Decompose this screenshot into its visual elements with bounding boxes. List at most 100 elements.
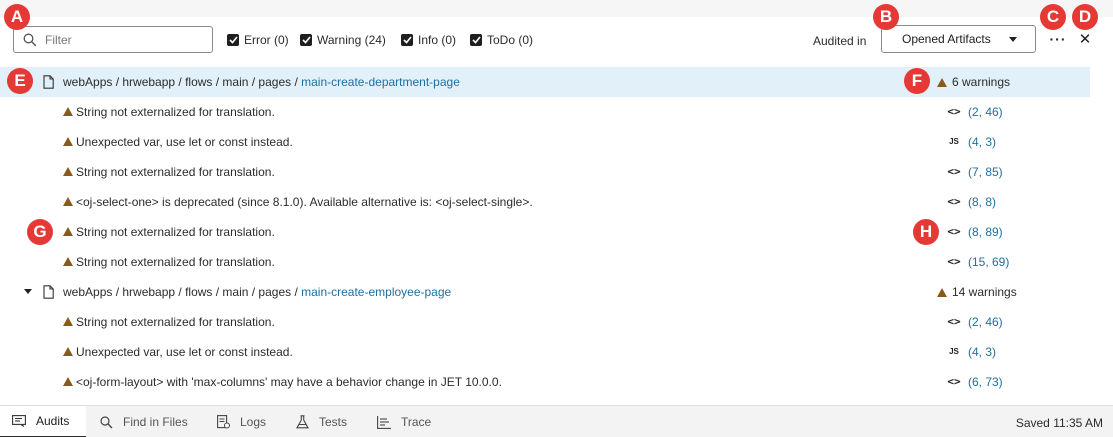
audit-item[interactable]: <oj-form-layout> with 'max-columns' may …: [0, 367, 1113, 397]
warning-checkbox-label: Warning (24): [317, 33, 386, 47]
audited-in-select[interactable]: Opened Artifacts: [881, 25, 1036, 53]
bottom-panel-tabs: Audits Find in Files Logs Tests Trace Sa…: [0, 405, 1113, 437]
html-code-icon: <>: [947, 375, 961, 388]
callout-marker-h: H: [913, 219, 939, 245]
info-checkbox-label: Info (0): [418, 33, 457, 47]
location-link[interactable]: (8, 89): [968, 225, 1003, 239]
location-link[interactable]: (4, 3): [968, 135, 996, 149]
todo-checkbox[interactable]: ToDo (0): [470, 33, 533, 47]
warning-icon: [937, 77, 947, 87]
artifact-path: webApps / hrwebapp / flows / main / page…: [63, 285, 451, 299]
tab-logs-label: Logs: [240, 415, 267, 429]
audit-message: String not externalized for translation.: [76, 315, 275, 329]
location-link[interactable]: (2, 46): [968, 315, 1003, 329]
audit-results-list: webApps / hrwebapp / flows / main / page…: [0, 67, 1113, 397]
search-icon: [100, 415, 113, 428]
audited-in-label: Audited in: [813, 34, 867, 48]
audits-toolbar: Error (0) Warning (24) Info (0) ToDo (0)…: [0, 17, 1113, 65]
warning-icon: [63, 197, 73, 206]
audit-item[interactable]: String not externalized for translation.…: [0, 307, 1113, 337]
flask-icon: [296, 415, 309, 429]
audit-message: Unexpected var, use let or const instead…: [76, 345, 293, 359]
checkbox-checked-icon[interactable]: [470, 34, 482, 46]
warning-count: 14 warnings: [937, 285, 1017, 299]
audit-item[interactable]: String not externalized for translation.…: [0, 247, 1113, 277]
audit-message: Unexpected var, use let or const instead…: [76, 135, 293, 149]
html-code-icon: <>: [947, 105, 961, 118]
callout-marker-g: G: [27, 219, 53, 245]
warning-icon: [63, 137, 73, 146]
html-code-icon: <>: [947, 195, 961, 208]
location-link[interactable]: (7, 85): [968, 165, 1003, 179]
location-link[interactable]: (6, 73): [968, 375, 1003, 389]
error-checkbox-label: Error (0): [244, 33, 289, 47]
html-code-icon: <>: [947, 315, 961, 328]
audit-message: String not externalized for translation.: [76, 105, 275, 119]
checkbox-checked-icon[interactable]: [227, 34, 239, 46]
audit-item[interactable]: <oj-select-one> is deprecated (since 8.1…: [0, 187, 1113, 217]
location-link[interactable]: (4, 3): [968, 345, 996, 359]
warning-icon: [63, 257, 73, 266]
callout-marker-f: F: [904, 68, 930, 94]
callout-marker-c: C: [1040, 4, 1066, 30]
tab-find-in-files[interactable]: Find in Files: [100, 406, 188, 437]
warning-icon: [63, 317, 73, 326]
audit-message: String not externalized for translation.: [76, 165, 275, 179]
audit-item[interactable]: Unexpected var, use let or const instead…: [0, 127, 1113, 157]
info-checkbox[interactable]: Info (0): [401, 33, 456, 47]
warning-icon: [63, 107, 73, 116]
html-code-icon: <>: [947, 165, 961, 178]
todo-checkbox-label: ToDo (0): [487, 33, 534, 47]
warning-icon: [937, 287, 947, 297]
location-link[interactable]: (2, 46): [968, 105, 1003, 119]
warning-icon: [63, 167, 73, 176]
warning-checkbox[interactable]: Warning (24): [300, 33, 386, 47]
checkbox-checked-icon[interactable]: [401, 34, 413, 46]
artifact-path-prefix: webApps / hrwebapp / flows / main / page…: [63, 75, 302, 89]
tab-logs[interactable]: Logs: [217, 406, 266, 437]
tab-trace[interactable]: Trace: [377, 406, 431, 437]
warning-icon: [63, 377, 73, 386]
more-options-button[interactable]: ···: [1048, 29, 1068, 49]
audit-message: <oj-form-layout> with 'max-columns' may …: [76, 375, 502, 389]
trace-icon: [377, 415, 391, 429]
file-icon: [43, 75, 54, 89]
caret-down-icon: [1009, 37, 1017, 42]
audit-item[interactable]: String not externalized for translation.…: [0, 157, 1113, 187]
tab-tests[interactable]: Tests: [296, 406, 347, 437]
audit-item[interactable]: String not externalized for translation.…: [0, 97, 1113, 127]
tab-audits[interactable]: Audits: [0, 406, 86, 437]
filter-field[interactable]: [13, 26, 213, 53]
callout-marker-a: A: [4, 4, 30, 30]
tab-find-in-files-label: Find in Files: [123, 415, 188, 429]
warning-count: 6 warnings: [937, 75, 1010, 89]
javascript-icon: JS: [949, 347, 959, 356]
audit-group-header[interactable]: webApps / hrwebapp / flows / main / page…: [0, 277, 1113, 307]
tab-tests-label: Tests: [319, 415, 348, 429]
audit-item[interactable]: Unexpected var, use let or const instead…: [0, 337, 1113, 367]
location-link[interactable]: (15, 69): [968, 255, 1009, 269]
artifact-page-link[interactable]: main-create-employee-page: [301, 285, 451, 299]
close-button[interactable]: ✕: [1076, 29, 1094, 49]
artifact-page-link[interactable]: main-create-department-page: [301, 75, 460, 89]
warning-count-label: 6 warnings: [952, 75, 1011, 89]
callout-marker-d: D: [1072, 4, 1098, 30]
html-code-icon: <>: [947, 255, 961, 268]
warning-count-label: 14 warnings: [952, 285, 1017, 299]
audits-icon: [12, 415, 26, 427]
audit-message: <oj-select-one> is deprecated (since 8.1…: [76, 195, 533, 209]
chevron-down-icon[interactable]: [24, 289, 32, 294]
file-icon: [43, 285, 54, 299]
save-status: Saved 11:35 AM: [1015, 416, 1103, 430]
error-checkbox[interactable]: Error (0): [227, 33, 289, 47]
location-link[interactable]: (8, 8): [968, 195, 996, 209]
audited-in-value: Opened Artifacts: [902, 32, 991, 46]
callout-marker-e: E: [7, 68, 33, 94]
audit-item[interactable]: String not externalized for translation.…: [0, 217, 1113, 247]
audit-message: String not externalized for translation.: [76, 255, 275, 269]
html-code-icon: <>: [947, 225, 961, 238]
checkbox-checked-icon[interactable]: [300, 34, 312, 46]
javascript-icon: JS: [949, 137, 959, 146]
logs-icon: [217, 415, 230, 429]
filter-input[interactable]: [45, 32, 195, 47]
